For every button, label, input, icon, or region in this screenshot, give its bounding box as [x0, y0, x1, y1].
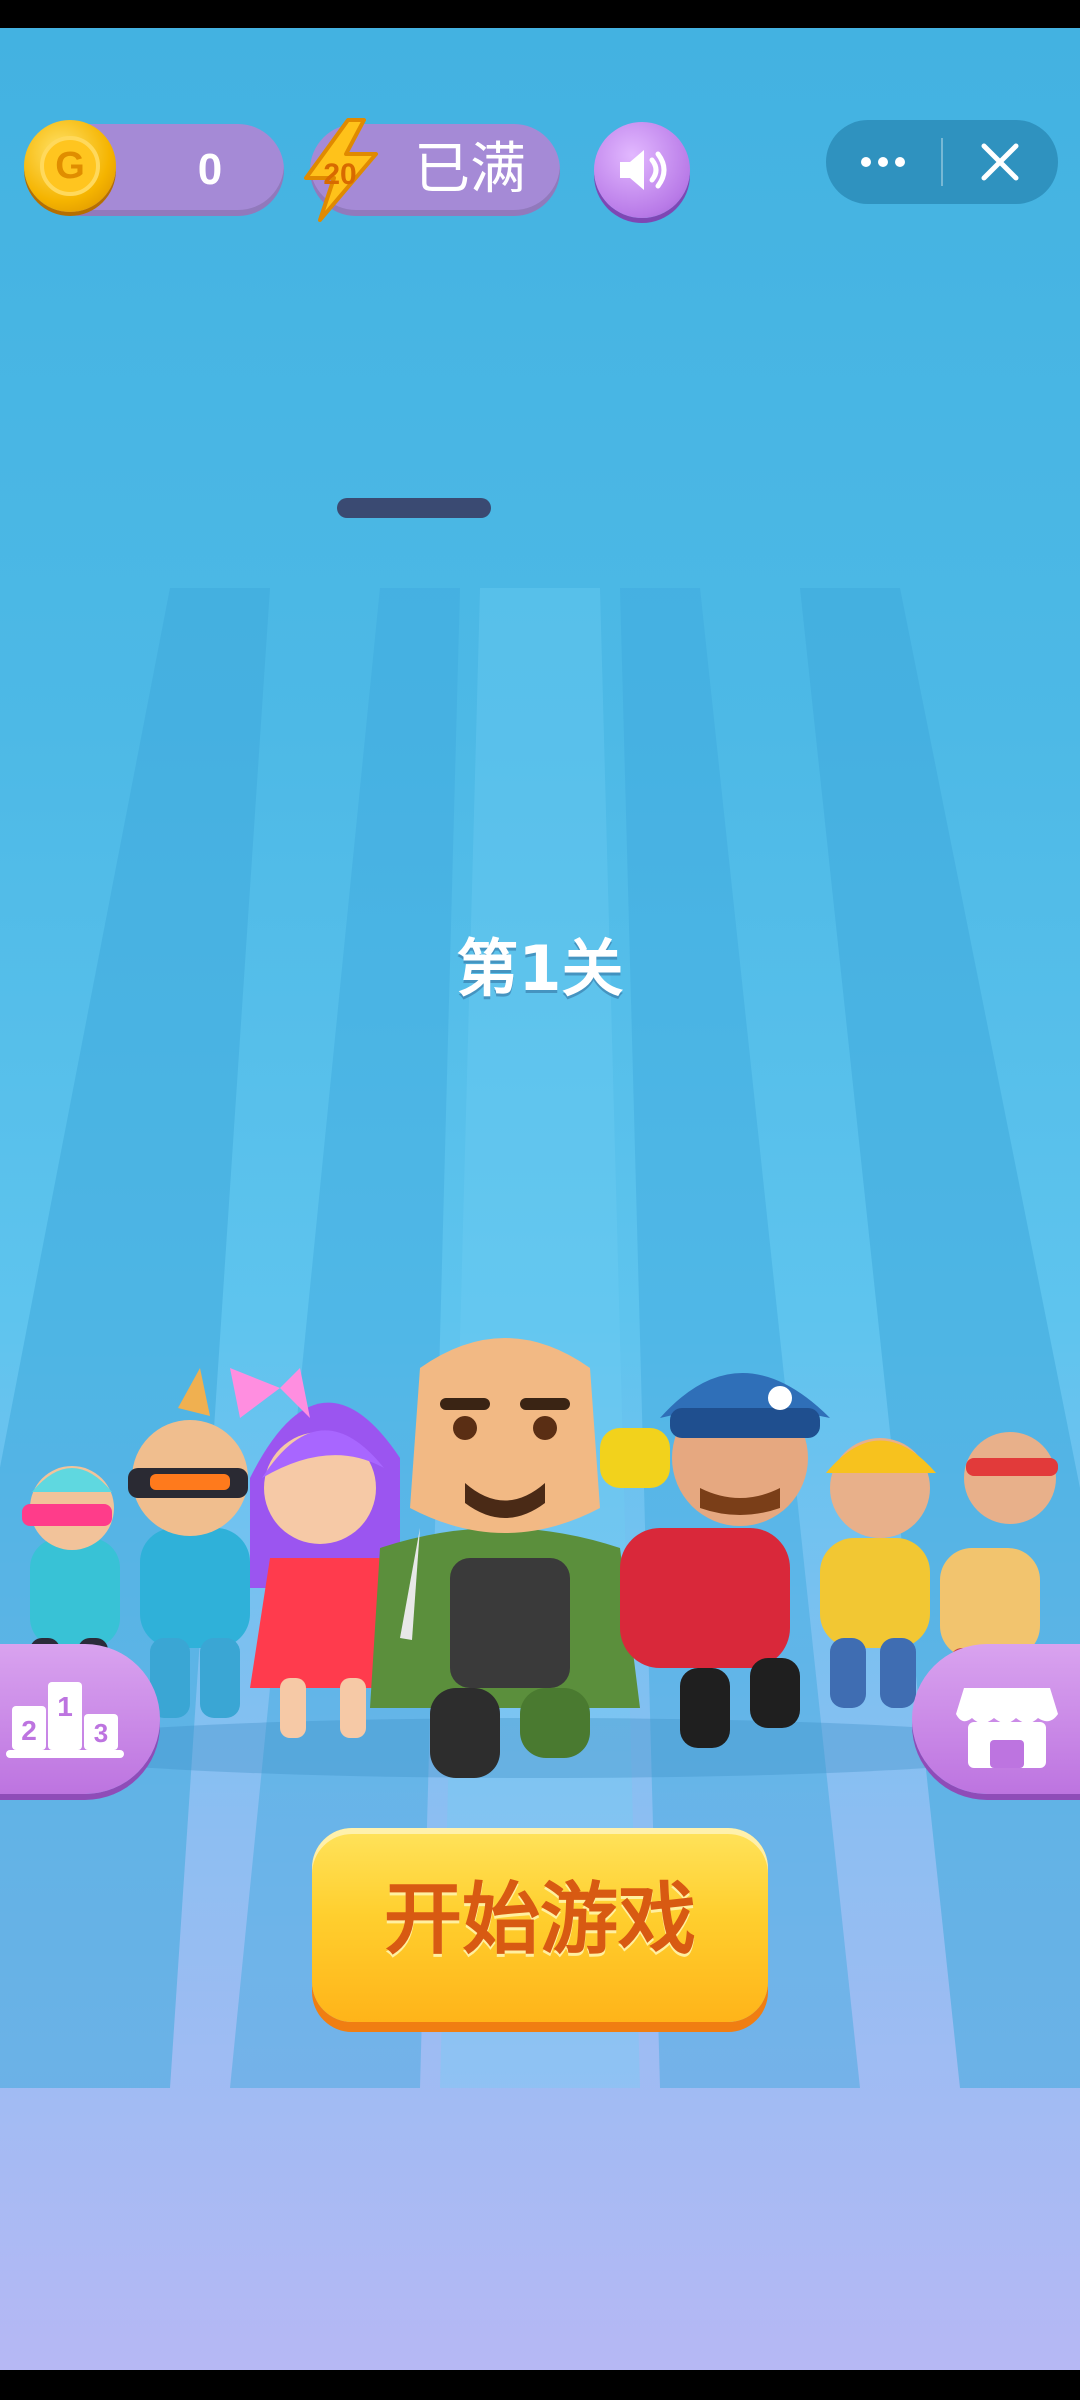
sound-toggle-button[interactable] [594, 122, 690, 218]
progress-indicator [337, 498, 491, 518]
coin-icon: G [24, 120, 116, 212]
shop-store-icon [956, 1688, 1058, 1768]
status-bar [0, 0, 1080, 28]
svg-text:3: 3 [94, 1718, 108, 1748]
start-game-label: 开始游戏 [383, 1875, 696, 1965]
svg-text:1: 1 [57, 1691, 73, 1722]
speaker-icon [620, 150, 667, 190]
svg-text:20: 20 [323, 158, 356, 191]
level-title: 第1关 [456, 932, 624, 1005]
close-button[interactable] [943, 120, 1058, 204]
character-bald-commando [370, 1338, 640, 1778]
mini-program-capsule [826, 120, 1058, 204]
svg-text:2: 2 [21, 1715, 37, 1746]
leaderboard-button[interactable]: 2 1 3 [0, 1644, 160, 1794]
shop-button[interactable] [912, 1644, 1080, 1794]
more-button[interactable] [826, 120, 941, 204]
coin-value: 0 [197, 145, 223, 194]
game-screen: G 0 20 已满 第1关 2 1 3 开始游戏 [0, 28, 1080, 2370]
more-icon [861, 157, 905, 167]
close-icon [981, 143, 1019, 181]
start-game-button[interactable]: 开始游戏 [312, 1828, 768, 2022]
leaderboard-podium-icon: 2 1 3 [6, 1682, 124, 1758]
lightning-icon: 20 [304, 118, 378, 222]
energy-status: 已满 [414, 137, 526, 202]
system-bottom-bar [0, 2370, 1080, 2400]
